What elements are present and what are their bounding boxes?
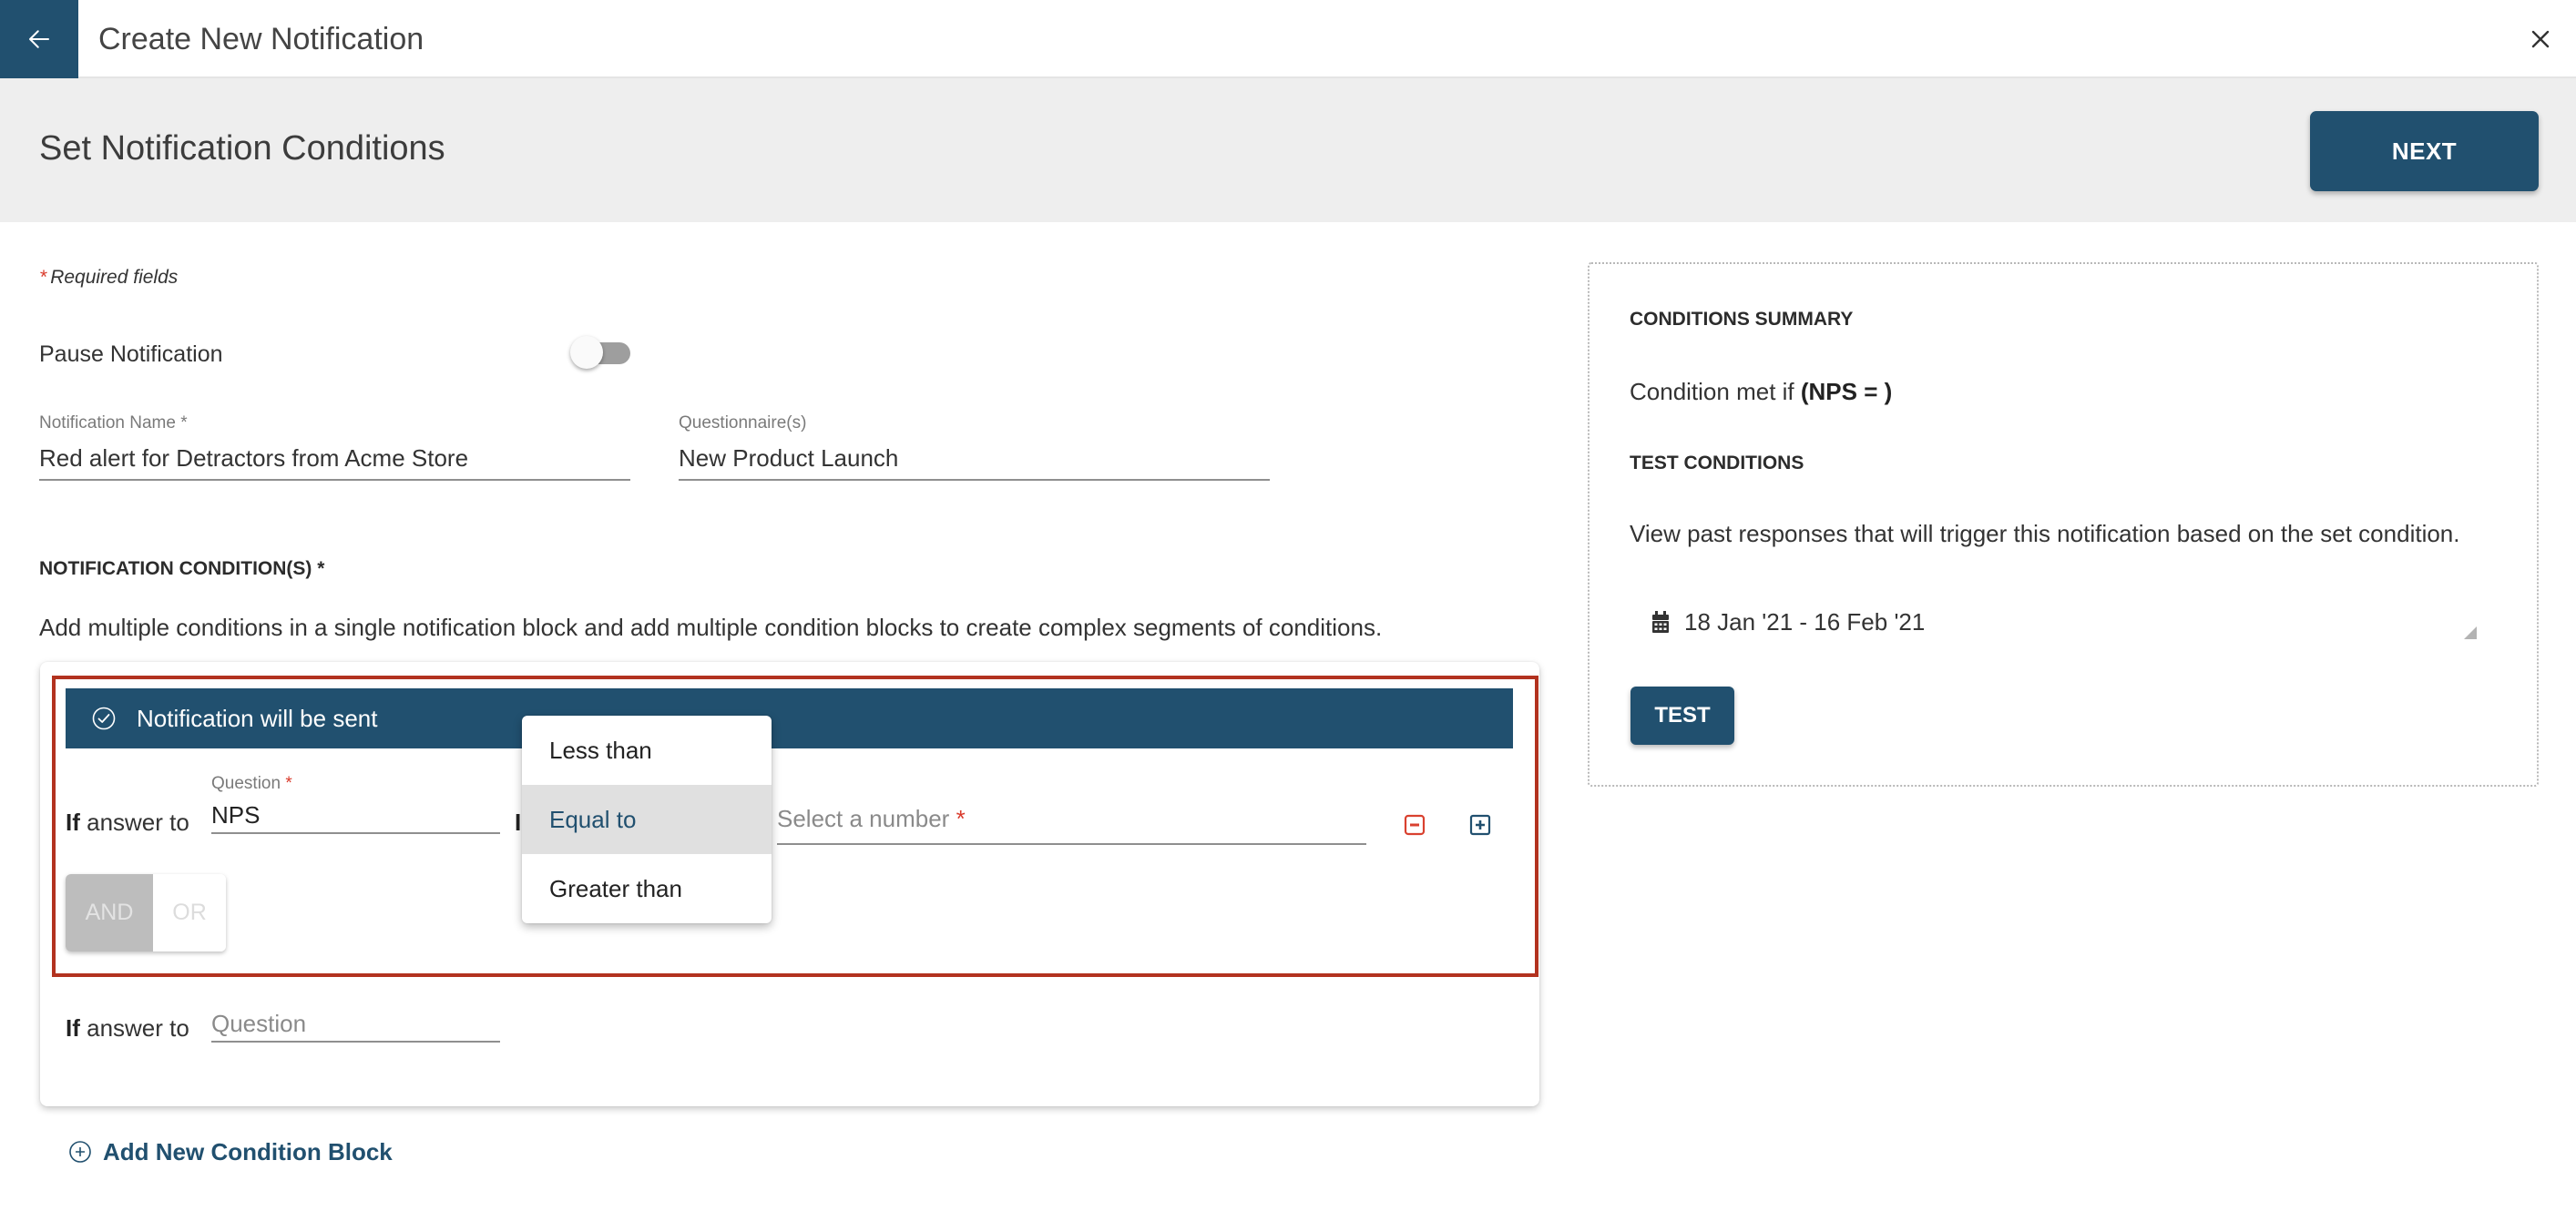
conditions-summary-heading: CONDITIONS SUMMARY xyxy=(1630,309,1854,330)
summary-prefix: Condition met if xyxy=(1630,378,1801,405)
question-label-text: Question xyxy=(211,774,281,793)
conditions-description: Add multiple conditions in a single noti… xyxy=(39,614,1383,641)
notification-name-label: Notification Name * xyxy=(39,413,188,432)
dialog-title: Create New Notification xyxy=(98,22,424,56)
banner-text: Notification will be sent xyxy=(137,705,378,732)
question-field: Question * NPS xyxy=(211,772,500,834)
summary-expression: (NPS = ) xyxy=(1800,378,1893,405)
required-star: * xyxy=(285,774,292,793)
plus-square-icon xyxy=(1469,814,1491,836)
conditions-heading: NOTIFICATION CONDITION(S) * xyxy=(39,558,325,579)
toggle-knob xyxy=(570,336,603,369)
if-answer-to-label: If answer to xyxy=(66,1013,189,1043)
and-button[interactable]: AND xyxy=(66,874,153,952)
pause-notification-toggle[interactable] xyxy=(570,336,632,371)
number-underline xyxy=(777,843,1366,845)
questionnaire-underline xyxy=(679,479,1270,481)
arrow-left-icon xyxy=(26,25,53,53)
date-range-value: 18 Jan '21 - 16 Feb '21 xyxy=(1684,608,1926,636)
test-conditions-description: View past responses that will trigger th… xyxy=(1630,520,2460,547)
operator-dropdown-menu: Less than Equal to Greater than xyxy=(522,716,772,923)
required-fields-note: * Required fields xyxy=(39,264,178,291)
required-note-text: Required fields xyxy=(50,267,179,288)
add-condition-block-button[interactable]: Add New Condition Block xyxy=(68,1136,393,1167)
question-label: Question * xyxy=(211,772,500,796)
check-circle-icon xyxy=(91,706,117,731)
test-conditions-heading: TEST CONDITIONS xyxy=(1630,453,1804,473)
number-placeholder: Select a number xyxy=(777,805,950,832)
if-keyword: If xyxy=(66,1014,80,1042)
questionnaire-input[interactable]: New Product Launch xyxy=(679,443,1270,477)
date-range-picker[interactable]: 18 Jan '21 - 16 Feb '21 xyxy=(1651,599,2482,645)
operator-select[interactable]: I xyxy=(515,807,521,838)
required-star: * xyxy=(39,267,47,288)
if-answer-to-label: If answer to xyxy=(66,807,189,838)
or-button[interactable]: OR xyxy=(153,874,226,952)
number-field: Select a number * xyxy=(777,803,1366,845)
next-button[interactable]: NEXT xyxy=(2310,111,2539,191)
question-underline xyxy=(211,1041,500,1043)
if-keyword: If xyxy=(66,809,80,836)
add-condition-button[interactable] xyxy=(1469,814,1491,836)
menu-option-equal-to[interactable]: Equal to xyxy=(522,785,772,854)
answer-to-text: answer to xyxy=(79,1014,189,1042)
menu-option-greater-than[interactable]: Greater than xyxy=(522,854,772,923)
question-select[interactable]: NPS xyxy=(211,799,500,832)
answer-to-text: answer to xyxy=(79,809,189,836)
step-title: Set Notification Conditions xyxy=(39,129,445,168)
close-button[interactable] xyxy=(2525,24,2556,55)
and-or-toggle: AND OR xyxy=(66,874,226,952)
close-icon xyxy=(2530,29,2550,49)
conditions-summary-text: Condition met if (NPS = ) xyxy=(1630,375,1892,408)
pause-notification-label: Pause Notification xyxy=(39,341,223,367)
question-field-empty: Question xyxy=(211,1008,500,1043)
calendar-icon xyxy=(1651,610,1670,634)
notification-name-field: Notification Name * Red alert for Detrac… xyxy=(39,412,630,481)
condition-block-banner: Notification will be sent xyxy=(66,688,1513,748)
plus-circle-icon xyxy=(68,1140,92,1164)
questionnaire-field: Questionnaire(s) New Product Launch xyxy=(679,412,1270,481)
resize-corner-icon xyxy=(2464,626,2477,639)
required-star: * xyxy=(956,805,966,832)
question-select[interactable]: Question xyxy=(211,1008,500,1041)
menu-option-less-than[interactable]: Less than xyxy=(522,716,772,785)
questionnaire-label: Questionnaire(s) xyxy=(679,413,807,432)
back-button[interactable] xyxy=(0,0,78,78)
notification-name-input[interactable]: Red alert for Detractors from Acme Store xyxy=(39,443,630,477)
question-underline xyxy=(211,832,500,834)
add-condition-block-label: Add New Condition Block xyxy=(103,1138,393,1165)
test-button[interactable]: TEST xyxy=(1630,687,1734,745)
remove-condition-button[interactable] xyxy=(1404,814,1426,836)
minus-square-icon xyxy=(1404,814,1426,836)
number-select[interactable]: Select a number * xyxy=(777,803,1366,843)
notification-name-underline xyxy=(39,479,630,481)
